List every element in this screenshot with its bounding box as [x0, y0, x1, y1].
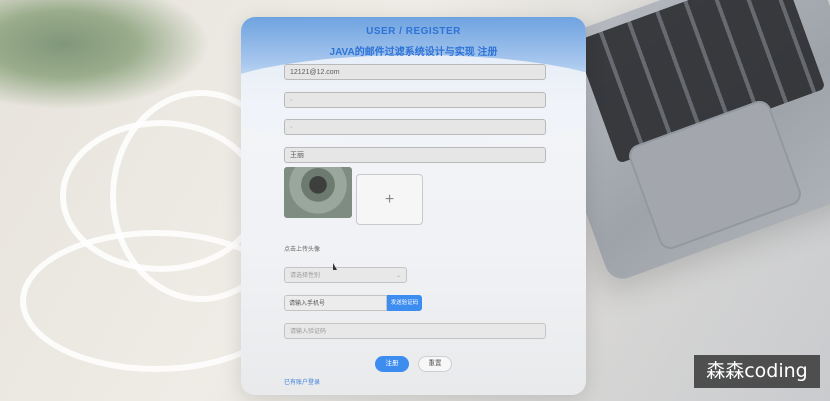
password-field[interactable]: ·: [284, 92, 546, 108]
chevron-down-icon: ⌄: [395, 273, 401, 279]
verification-code-input[interactable]: 请输入验证码: [284, 323, 546, 339]
register-button[interactable]: 注册: [375, 356, 409, 372]
send-code-button[interactable]: 发送验证码: [387, 295, 422, 311]
login-link[interactable]: 已有账户登录: [284, 377, 320, 386]
register-card: USER / REGISTER JAVA的邮件过滤系统设计与实现 注册 1212…: [241, 17, 586, 395]
page-title-en: USER / REGISTER: [366, 26, 461, 37]
watermark: 森森coding: [694, 355, 820, 388]
confirm-password-field[interactable]: ·: [284, 119, 546, 135]
nickname-field[interactable]: 王丽: [284, 147, 546, 163]
gender-placeholder: 请选择性别: [290, 273, 321, 279]
phone-input[interactable]: 请输入手机号: [284, 295, 387, 311]
mouse-cursor-icon: [333, 263, 337, 270]
plus-icon: +: [384, 191, 395, 208]
avatar-preview[interactable]: [284, 167, 352, 218]
page-title: JAVA的邮件过滤系统设计与实现 注册: [329, 47, 498, 58]
reset-button[interactable]: 重置: [418, 356, 452, 372]
gender-select[interactable]: 请选择性别 ⌄: [284, 267, 407, 283]
avatar-upload-button[interactable]: +: [356, 174, 423, 225]
avatar-hint: 点击上传头像: [284, 247, 321, 253]
email-field[interactable]: 12121@12.com: [284, 64, 546, 80]
